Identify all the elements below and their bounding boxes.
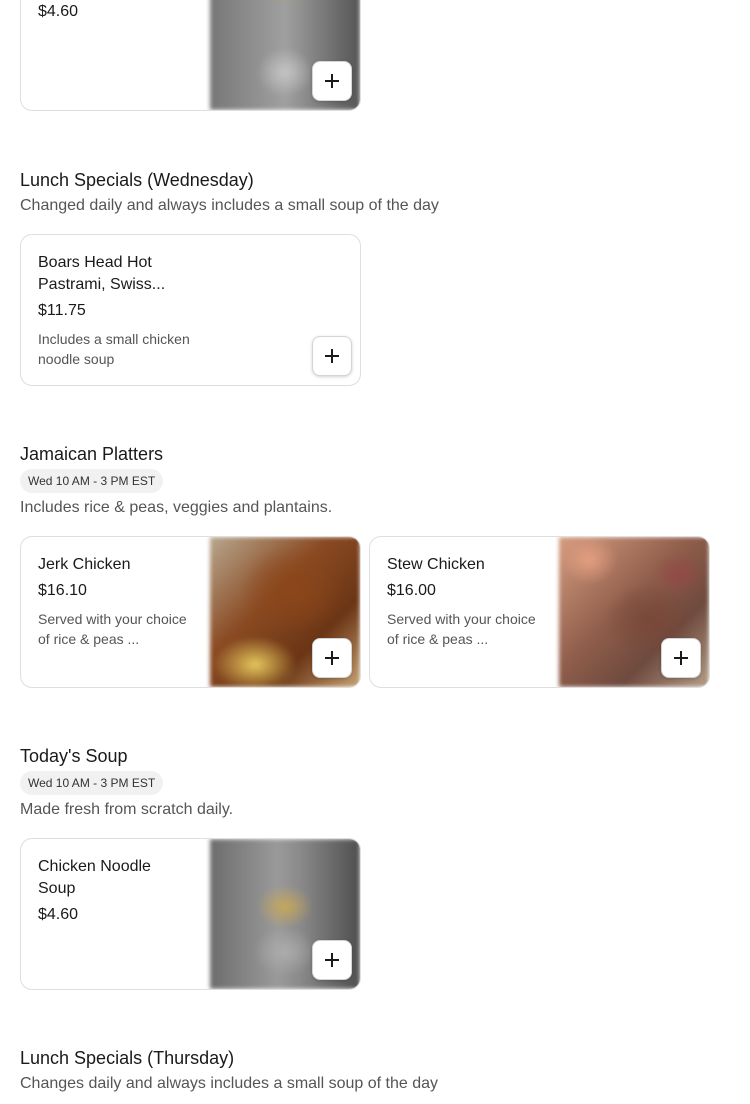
item-name: Stew Chicken: [387, 556, 485, 573]
hours-badge: Wed 10 AM - 3 PM EST: [20, 469, 164, 493]
item-name: Jerk Chicken: [38, 556, 131, 573]
plus-icon: [325, 349, 339, 363]
add-item-button[interactable]: [661, 638, 701, 678]
section-title: Lunch Specials (Wednesday): [20, 170, 254, 190]
item-name: Chicken Noodle Soup: [38, 858, 151, 897]
item-price: $16.10: [38, 582, 87, 599]
menu-item-card[interactable]: Chicken Noodle Soup $4.60: [20, 838, 361, 990]
section-title: Jamaican Platters: [20, 444, 164, 464]
hours-badge: Wed 10 AM - 3 PM EST: [20, 771, 164, 795]
menu-item-card[interactable]: $4.60: [20, 0, 361, 111]
plus-icon: [674, 651, 688, 665]
item-price: $16.00: [387, 582, 436, 599]
section-subtitle: Made fresh from scratch daily.: [20, 801, 234, 818]
item-description: Includes a small chicken noodle soup: [38, 331, 190, 367]
item-price: $4.60: [38, 3, 79, 20]
item-price: $4.60: [38, 906, 79, 923]
plus-icon: [325, 74, 339, 88]
add-item-button[interactable]: [312, 638, 352, 678]
item-description: Served with your choice of rice & peas .…: [38, 611, 187, 647]
item-name: Boars Head Hot Pastrami, Swiss...: [38, 254, 166, 293]
section-subtitle: Includes rice & peas, veggies and planta…: [20, 499, 333, 516]
add-item-button[interactable]: [312, 61, 352, 101]
menu-item-card[interactable]: Jerk Chicken $16.10 Served with your cho…: [20, 536, 361, 688]
section-subtitle: Changes daily and always includes a smal…: [20, 1075, 439, 1092]
section-title: Today's Soup: [20, 746, 128, 766]
section-subtitle: Changed daily and always includes a smal…: [20, 197, 439, 214]
section-title: Lunch Specials (Thursday): [20, 1048, 235, 1068]
menu-page: $4.60 Lunch Specials (Wednesday) Changed…: [0, 0, 750, 1104]
plus-icon: [325, 651, 339, 665]
menu-item-card[interactable]: Boars Head Hot Pastrami, Swiss... $11.75…: [20, 234, 361, 386]
add-item-button[interactable]: [312, 336, 352, 376]
item-description: Served with your choice of rice & peas .…: [387, 611, 536, 647]
menu-item-card[interactable]: Stew Chicken $16.00 Served with your cho…: [369, 536, 710, 688]
item-price: $11.75: [38, 302, 86, 319]
add-item-button[interactable]: [312, 940, 352, 980]
plus-icon: [325, 953, 339, 967]
